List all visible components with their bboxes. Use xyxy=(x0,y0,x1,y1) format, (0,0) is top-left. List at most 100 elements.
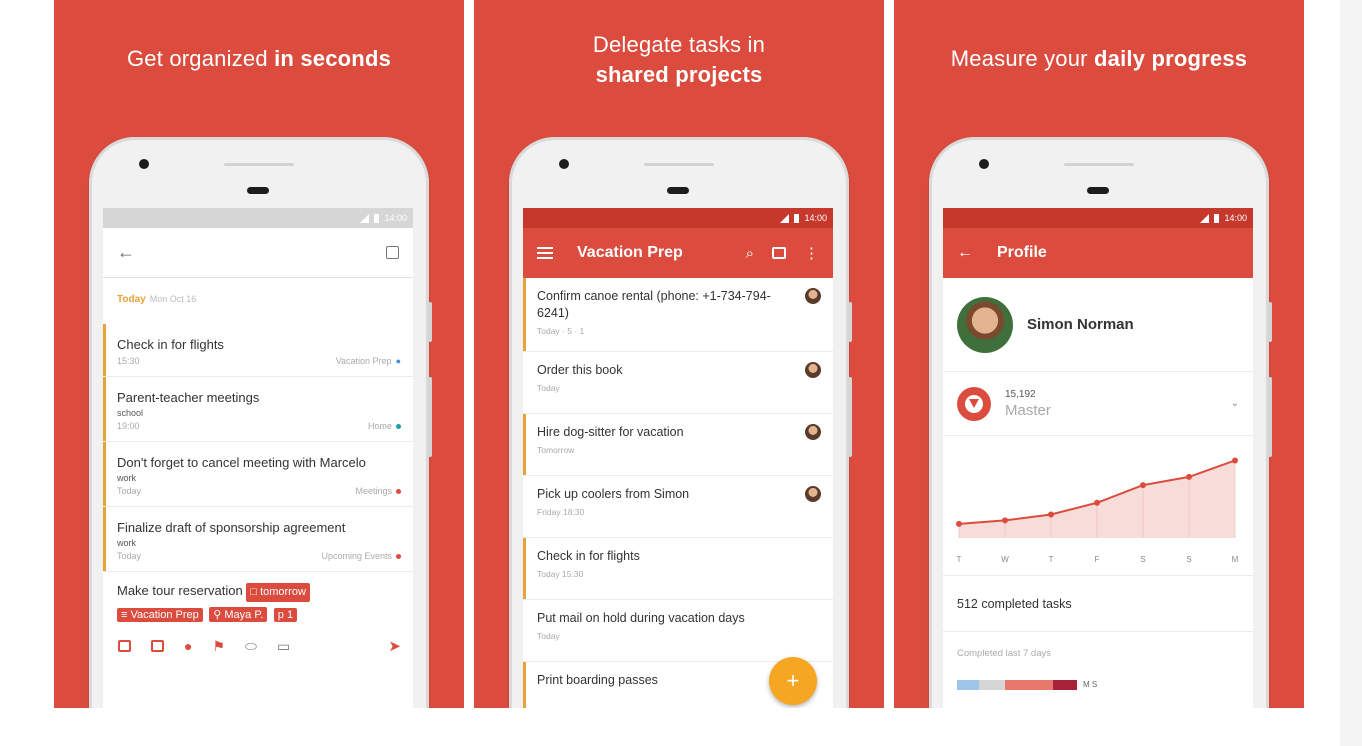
chart-point xyxy=(1186,473,1192,480)
task-item[interactable]: Pick up coolers from Simon Friday 18:30 xyxy=(523,476,833,538)
back-arrow-icon[interactable]: ← xyxy=(957,244,973,262)
assign-person-icon[interactable]: ● xyxy=(184,638,192,654)
back-arrow-icon[interactable]: ← xyxy=(117,242,135,263)
task-toolbar: ← xyxy=(103,228,413,278)
task-item[interactable]: Confirm canoe rental (phone: +1-734-794-… xyxy=(523,278,833,352)
caption-bold: daily progress xyxy=(1094,46,1248,71)
profile-title: Profile xyxy=(997,244,1047,261)
front-camera xyxy=(139,159,149,169)
comment-icon[interactable]: ▭ xyxy=(277,638,290,655)
promo-caption: Get organized in seconds xyxy=(54,44,464,74)
task-label: work xyxy=(117,538,137,548)
promo-panel-delegate: Delegate tasks in shared projects 14:00 … xyxy=(474,0,884,708)
project-name: Meetings xyxy=(355,486,392,496)
task-meta: Today 15:30 xyxy=(537,569,584,579)
task-project: Upcoming Events xyxy=(321,551,401,561)
chevron-down-icon[interactable]: ⌄ xyxy=(1231,398,1239,409)
task-title: Don't forget to cancel meeting with Marc… xyxy=(117,455,366,470)
profile-name: Simon Norman xyxy=(1027,316,1134,333)
open-external-icon[interactable] xyxy=(386,246,399,259)
hamburger-menu-icon[interactable] xyxy=(537,247,553,259)
chart-tick-label: M xyxy=(1232,555,1239,564)
day-header: Today Mon Oct 16 xyxy=(103,278,413,324)
task-item[interactable]: Parent-teacher meetings school 19:00 Hom… xyxy=(103,377,413,442)
chart-tick-label: T xyxy=(957,555,962,564)
task-item[interactable]: Check in for flights 15:30 Vacation Prep… xyxy=(103,324,413,377)
battery-icon xyxy=(374,213,380,223)
battery-icon xyxy=(794,213,800,223)
quick-add-field[interactable]: Make tour reservation □ tomorrow ≡ Vacat… xyxy=(103,572,413,623)
search-icon[interactable]: ⌕ xyxy=(746,245,754,262)
quick-add-line1: Make tour reservation □ tomorrow xyxy=(117,582,401,602)
label-tag-icon[interactable]: ⬭ xyxy=(245,638,257,655)
date-chip[interactable]: □ tomorrow xyxy=(246,583,310,602)
earpiece xyxy=(1087,187,1109,194)
project-icon[interactable] xyxy=(118,640,131,652)
weekly-bar: M S xyxy=(943,680,1253,690)
task-item[interactable]: Finalize draft of sponsorship agreement … xyxy=(103,507,413,572)
chart-point xyxy=(1094,499,1100,506)
phone-screen: 14:00 Vacation Prep ⌕ ⋮ Confirm canoe re… xyxy=(523,208,833,708)
task-title: Check in for flights xyxy=(117,337,224,352)
priority-chip[interactable]: p 1 xyxy=(273,608,298,622)
assignee-avatar xyxy=(805,486,821,502)
task-item[interactable]: Hire dog-sitter for vacation Tomorrow xyxy=(523,414,833,476)
project-name: Vacation Prep xyxy=(335,356,392,366)
task-time: 19:00 xyxy=(117,421,140,431)
status-time: 14:00 xyxy=(384,213,407,223)
task-time: Today xyxy=(117,551,142,561)
project-color-dot xyxy=(396,553,401,559)
chart-point xyxy=(1140,482,1146,489)
project-color-dot xyxy=(396,488,401,494)
status-time: 14:00 xyxy=(804,213,827,223)
task-meta: Today xyxy=(537,383,560,393)
day-label: Today xyxy=(117,294,146,305)
task-meta: Friday 18:30 xyxy=(537,507,585,517)
project-color-dot xyxy=(396,423,401,429)
earpiece xyxy=(247,187,269,194)
front-camera xyxy=(979,159,989,169)
more-vert-icon[interactable]: ⋮ xyxy=(804,244,819,262)
task-label: school xyxy=(117,408,144,418)
signal-icon xyxy=(1200,213,1210,223)
task-meta: Today · 5 · 1 xyxy=(537,326,585,336)
karma-info: 15,192 Master xyxy=(1005,389,1051,419)
priority-chip-label: 1 xyxy=(286,609,294,621)
task-meta: 19:00 Home xyxy=(117,421,401,441)
task-meta: Today xyxy=(537,631,560,641)
status-time: 14:00 xyxy=(1224,213,1247,223)
send-icon[interactable]: ➤ xyxy=(388,637,401,655)
task-item[interactable]: Put mail on hold during vacation days To… xyxy=(523,600,833,662)
profile-toolbar: ← Profile xyxy=(943,228,1253,278)
caption-bold: in seconds xyxy=(274,46,392,71)
add-task-fab[interactable]: + xyxy=(769,657,817,705)
status-bar: 14:00 xyxy=(523,208,833,228)
day-date: Mon Oct 16 xyxy=(149,294,197,304)
project-chip[interactable]: ≡ Vacation Prep xyxy=(117,608,203,622)
comments-icon[interactable] xyxy=(772,247,786,259)
volume-button xyxy=(848,377,852,457)
chart-tick-label: T xyxy=(1049,555,1054,564)
project-name: Home xyxy=(367,421,392,431)
week-legend: M S xyxy=(1083,680,1098,689)
assignee-avatar xyxy=(805,424,821,440)
task-item[interactable]: Don't forget to cancel meeting with Marc… xyxy=(103,442,413,507)
status-bar: 14:00 xyxy=(103,208,413,228)
karma-level: Master xyxy=(1005,401,1051,419)
task-title: Put mail on hold during vacation days xyxy=(537,611,745,625)
chart-tick-label: S xyxy=(1186,555,1191,564)
promo-panel-progress: Measure your daily progress 14:00 ← Prof… xyxy=(894,0,1304,708)
assignee-chip[interactable]: ⚲ Maya P. xyxy=(209,607,268,622)
chart-tick-label: F xyxy=(1095,555,1100,564)
chart-point xyxy=(956,520,962,527)
task-item[interactable]: Order this book Today xyxy=(523,352,833,414)
calendar-icon[interactable] xyxy=(151,640,164,652)
karma-summary[interactable]: 15,192 Master ⌄ xyxy=(943,372,1253,436)
task-item[interactable]: Check in for flights Today 15:30 xyxy=(523,538,833,600)
toolbar-actions: ⌕ ⋮ xyxy=(746,244,819,263)
speaker-grille xyxy=(644,163,714,166)
signal-icon xyxy=(780,213,790,223)
task-project: Home xyxy=(368,421,401,431)
week-segment xyxy=(1053,680,1077,690)
priority-flag-icon[interactable]: ⚑ xyxy=(212,638,225,655)
